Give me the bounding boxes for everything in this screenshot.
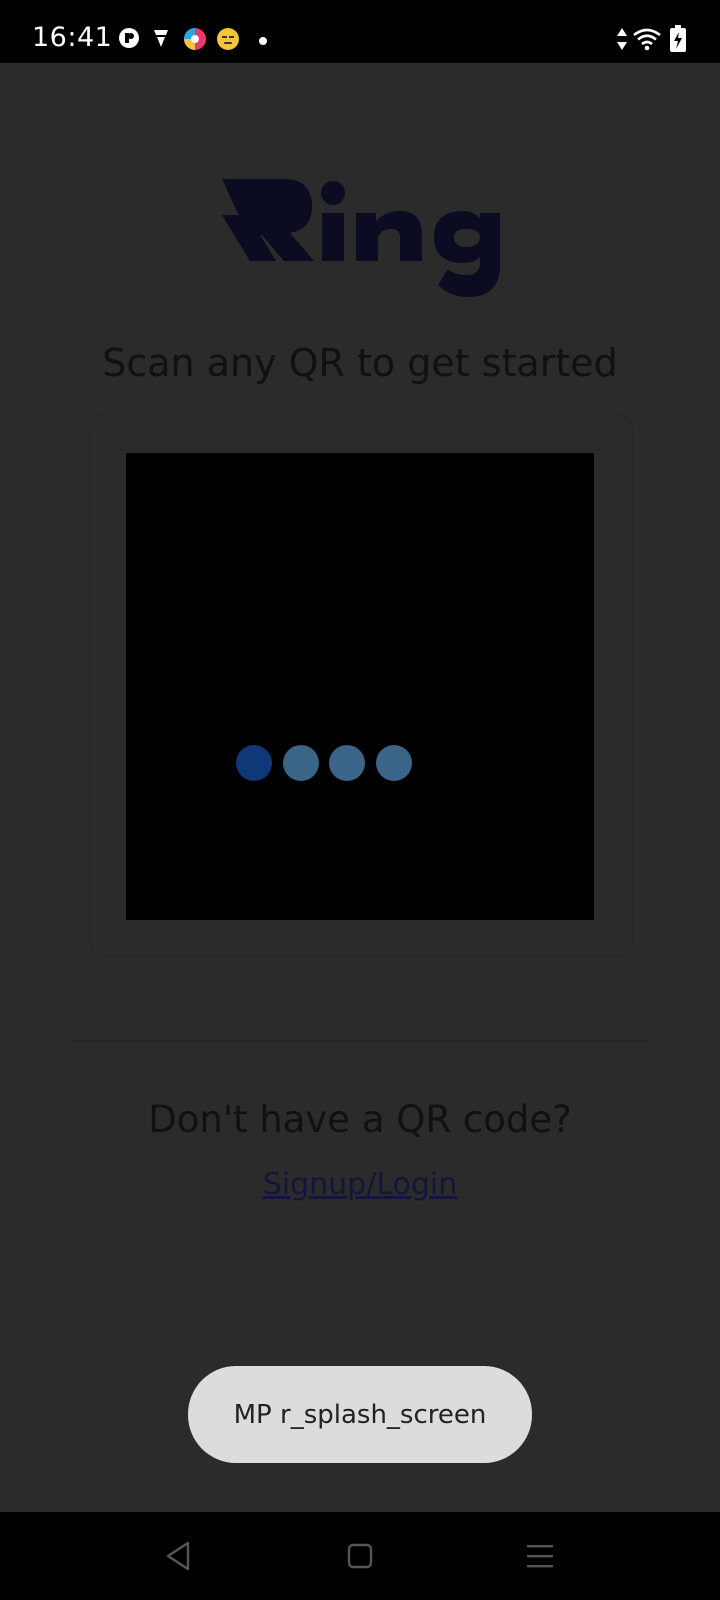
wifi-icon [632, 27, 662, 56]
qr-camera-view[interactable] [126, 453, 594, 920]
section-divider [72, 1040, 648, 1042]
loader-dot [376, 745, 412, 781]
navigation-bar [0, 1512, 720, 1600]
scan-headline: Scan any QR to get started [102, 341, 618, 385]
no-qr-prompt: Don't have a QR code? [148, 1098, 572, 1141]
loader-dot [283, 745, 319, 781]
recents-icon[interactable] [518, 1534, 562, 1578]
home-icon[interactable] [338, 1534, 382, 1578]
colorful-app-icon [183, 27, 207, 56]
ring-logo [218, 169, 500, 299]
loader-dot [329, 745, 365, 781]
emoji-app-icon [216, 27, 240, 56]
reader-app-icon [118, 27, 140, 54]
status-bar: 16:41 [0, 0, 720, 63]
loader-dot [236, 745, 272, 781]
toast-message: MP r_splash_screen [188, 1366, 532, 1463]
vpn-icon [152, 27, 170, 54]
status-time: 16:41 [32, 22, 113, 53]
data-arrows-icon [616, 27, 628, 56]
app-screen: Scan any QR to get started Don't have a … [0, 63, 720, 1512]
more-dot-icon [258, 33, 268, 51]
signup-login-link[interactable]: Signup/Login [0, 1167, 720, 1202]
battery-charging-icon [670, 25, 686, 58]
back-icon[interactable] [156, 1534, 200, 1578]
